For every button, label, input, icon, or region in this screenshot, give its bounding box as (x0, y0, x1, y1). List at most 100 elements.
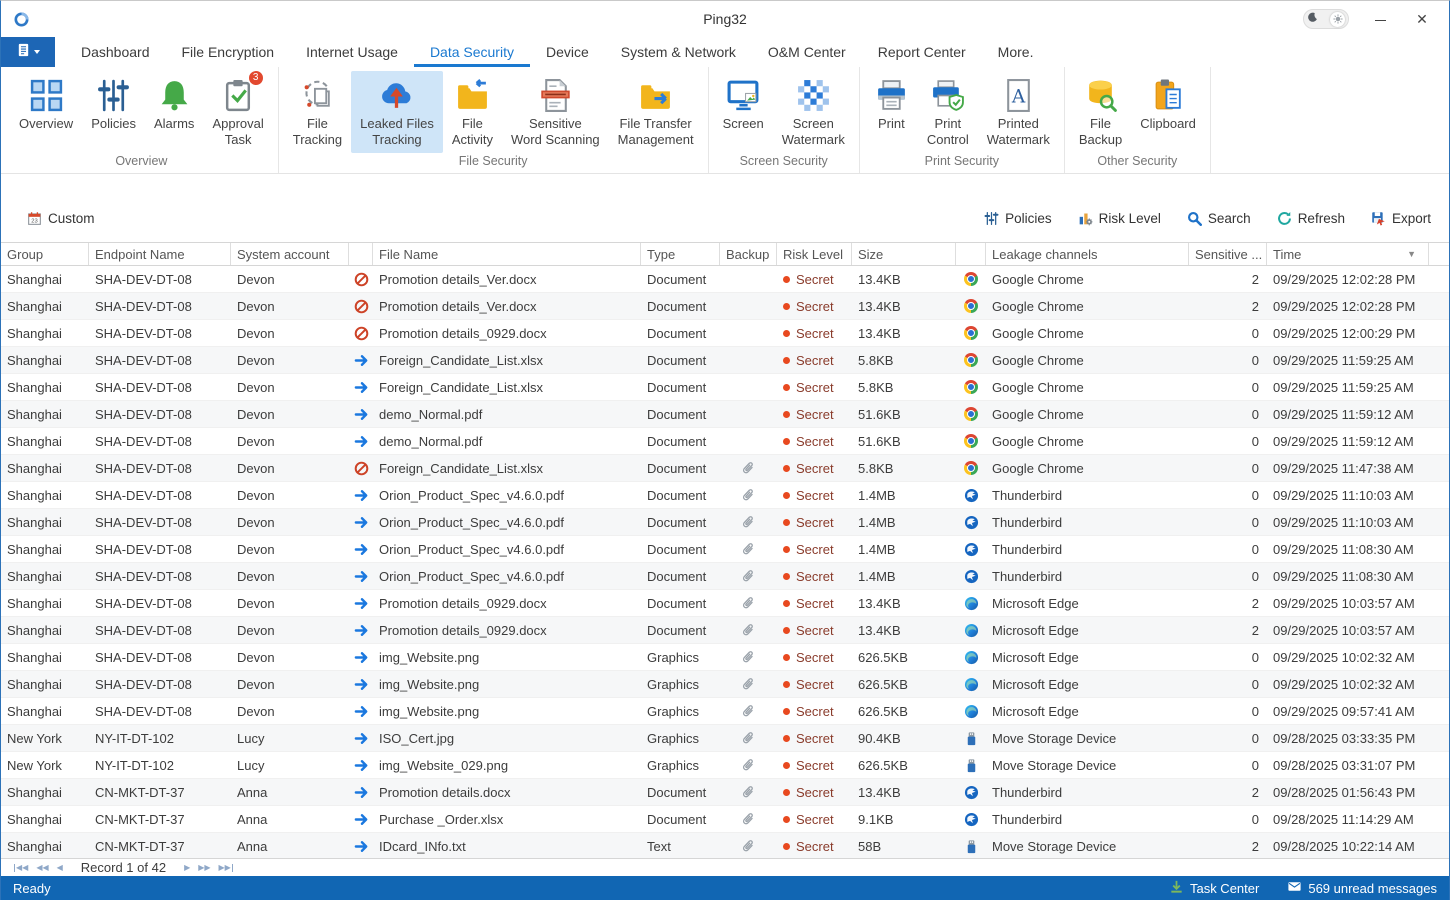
column-header-size[interactable]: Size (852, 243, 956, 265)
ribbon-item-file-backup[interactable]: File Backup (1070, 71, 1131, 153)
risk-level-button[interactable]: Risk Level (1078, 211, 1161, 226)
nav-prev-page-button[interactable]: ◀◀ (32, 860, 52, 876)
ribbon-item-approval-task[interactable]: 3Approval Task (203, 71, 272, 153)
nav-first-button[interactable]: ◀◀ (9, 860, 32, 876)
table-row[interactable]: ShanghaiSHA-DEV-DT-08DevonForeign_Candid… (1, 374, 1449, 401)
custom-button[interactable]: 23Custom (27, 211, 95, 226)
unread-messages-button[interactable]: 569 unread messages (1287, 879, 1437, 897)
table-row[interactable]: ShanghaiSHA-DEV-DT-08Devonimg_Website.pn… (1, 644, 1449, 671)
table-row[interactable]: New YorkNY-IT-DT-102Lucyimg_Website_029.… (1, 752, 1449, 779)
titlebar: Ping32 ✕ (1, 1, 1449, 37)
table-row[interactable]: ShanghaiCN-MKT-DT-37AnnaPurchase _Order.… (1, 806, 1449, 833)
cell-group: Shanghai (1, 806, 89, 832)
table-row[interactable]: ShanghaiSHA-DEV-DT-08DevonPromotion deta… (1, 293, 1449, 320)
theme-toggle[interactable] (1303, 9, 1349, 29)
edge-icon (964, 623, 979, 638)
refresh-button[interactable]: Refresh (1277, 211, 1345, 226)
table-row[interactable]: ShanghaiSHA-DEV-DT-08DevonOrion_Product_… (1, 509, 1449, 536)
cell-size: 51.6KB (852, 401, 956, 427)
ribbon-item-screen[interactable]: Screen (714, 71, 773, 153)
tab-file-encryption[interactable]: File Encryption (166, 37, 291, 67)
cell-type: Document (641, 482, 720, 508)
table-row[interactable]: ShanghaiSHA-DEV-DT-08DevonOrion_Product_… (1, 563, 1449, 590)
export-button[interactable]: Export (1371, 211, 1431, 226)
cell-endpoint: SHA-DEV-DT-08 (89, 698, 231, 724)
ribbon-item-leaked-files-tracking[interactable]: Leaked Files Tracking (351, 71, 443, 153)
table-row[interactable]: ShanghaiSHA-DEV-DT-08DevonOrion_Product_… (1, 536, 1449, 563)
column-header-risk[interactable]: Risk Level (777, 243, 852, 265)
tab-report-center[interactable]: Report Center (862, 37, 982, 67)
ribbon-item-alarms[interactable]: Alarms (145, 71, 203, 153)
close-button[interactable]: ✕ (1411, 9, 1433, 29)
nav-next-button[interactable]: ▶ (180, 860, 194, 876)
cell-filler (1429, 725, 1449, 751)
table-row[interactable]: New YorkNY-IT-DT-102LucyISO_Cert.jpgGrap… (1, 725, 1449, 752)
cell-file: Purchase _Order.xlsx (373, 806, 641, 832)
column-header-file_icon[interactable] (349, 243, 373, 265)
table-row[interactable]: ShanghaiSHA-DEV-DT-08Devondemo_Normal.pd… (1, 401, 1449, 428)
nav-prev-button[interactable]: ◀ (53, 860, 67, 876)
risk-dot (783, 762, 790, 769)
table-row[interactable]: ShanghaiSHA-DEV-DT-08Devondemo_Normal.pd… (1, 428, 1449, 455)
filter-dropdown-icon[interactable]: ▼ (1407, 249, 1424, 259)
ribbon-item-overview[interactable]: Overview (10, 71, 82, 153)
column-header-sensitive[interactable]: Sensitive ... (1189, 243, 1267, 265)
table-row[interactable]: ShanghaiCN-MKT-DT-37AnnaPromotion detail… (1, 779, 1449, 806)
search-button[interactable]: Search (1187, 211, 1251, 226)
ribbon: OverviewPoliciesAlarms3Approval TaskOver… (1, 67, 1449, 174)
column-header-channel_icon[interactable] (956, 243, 986, 265)
table-row[interactable]: ShanghaiSHA-DEV-DT-08Devonimg_Website.pn… (1, 698, 1449, 725)
minimize-button[interactable] (1369, 9, 1391, 29)
ribbon-item-policies[interactable]: Policies (82, 71, 145, 153)
column-header-endpoint[interactable]: Endpoint Name (89, 243, 231, 265)
tab-system-network[interactable]: System & Network (605, 37, 752, 67)
cell-backup (720, 779, 777, 805)
cell-time: 09/29/2025 09:57:41 AM (1267, 698, 1429, 724)
app-menu-button[interactable] (1, 37, 55, 67)
ribbon-item-clipboard[interactable]: Clipboard (1131, 71, 1205, 153)
ribbon-item-screen-watermark[interactable]: Screen Watermark (773, 71, 854, 153)
table-row[interactable]: ShanghaiSHA-DEV-DT-08DevonPromotion deta… (1, 320, 1449, 347)
column-header-account[interactable]: System account (231, 243, 349, 265)
task-center-button[interactable]: Task Center (1169, 879, 1259, 897)
table-header: GroupEndpoint NameSystem account File Nam… (1, 242, 1449, 266)
cell-channel_icon (956, 428, 986, 454)
tab-data-security[interactable]: Data Security (414, 37, 530, 67)
tab-dashboard[interactable]: Dashboard (65, 37, 166, 67)
cell-time: 09/29/2025 10:03:57 AM (1267, 590, 1429, 616)
cell-file_icon (349, 482, 373, 508)
column-header-group[interactable]: Group (1, 243, 89, 265)
column-header-type[interactable]: Type (641, 243, 720, 265)
cell-sensitive: 2 (1189, 266, 1267, 292)
table-row[interactable]: ShanghaiSHA-DEV-DT-08DevonPromotion deta… (1, 266, 1449, 293)
ribbon-item-file-tracking[interactable]: File Tracking (284, 71, 351, 153)
table-row[interactable]: ShanghaiSHA-DEV-DT-08DevonPromotion deta… (1, 617, 1449, 644)
outbound-arrow-icon (354, 650, 369, 665)
ribbon-item-file-activity[interactable]: File Activity (443, 71, 502, 153)
column-header-file[interactable]: File Name (373, 243, 641, 265)
table-row[interactable]: ShanghaiSHA-DEV-DT-08DevonForeign_Candid… (1, 455, 1449, 482)
ribbon-item-print-control[interactable]: Print Control (918, 71, 978, 153)
table-row[interactable]: ShanghaiCN-MKT-DT-37AnnaIDcard_INfo.txtT… (1, 833, 1449, 858)
table-row[interactable]: ShanghaiSHA-DEV-DT-08DevonOrion_Product_… (1, 482, 1449, 509)
tab-o-m-center[interactable]: O&M Center (752, 37, 862, 67)
nav-last-button[interactable]: ▶▶ (215, 860, 238, 876)
ribbon-item-sensitive-word-scanning[interactable]: Sensitive Word Scanning (502, 71, 609, 153)
nav-next-page-button[interactable]: ▶▶ (194, 860, 214, 876)
column-header-channel[interactable]: Leakage channels (986, 243, 1189, 265)
table-row[interactable]: ShanghaiSHA-DEV-DT-08DevonPromotion deta… (1, 590, 1449, 617)
policies-button[interactable]: Policies (984, 211, 1052, 226)
ribbon-item-print[interactable]: Print (865, 71, 918, 153)
table-row[interactable]: ShanghaiSHA-DEV-DT-08DevonForeign_Candid… (1, 347, 1449, 374)
cell-filler (1429, 320, 1449, 346)
ribbon-item-file-transfer-management[interactable]: File Transfer Management (609, 71, 703, 153)
tab-internet-usage[interactable]: Internet Usage (290, 37, 414, 67)
ribbon-item-printed-watermark[interactable]: APrinted Watermark (978, 71, 1059, 153)
edge-icon (964, 596, 979, 611)
tab-device[interactable]: Device (530, 37, 605, 67)
cell-size: 51.6KB (852, 428, 956, 454)
column-header-time[interactable]: Time▼ (1267, 243, 1429, 265)
column-header-backup[interactable]: Backup (720, 243, 777, 265)
tab-more[interactable]: More. (982, 37, 1050, 67)
table-row[interactable]: ShanghaiSHA-DEV-DT-08Devonimg_Website.pn… (1, 671, 1449, 698)
